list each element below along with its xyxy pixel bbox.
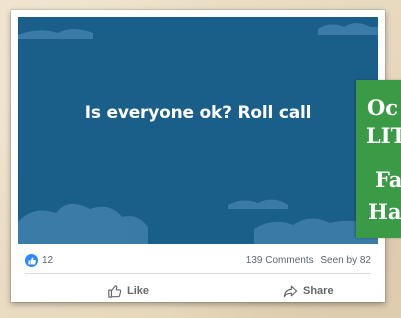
like-button-label: Like [127, 285, 150, 297]
stats-divider [25, 273, 371, 274]
clouds-decoration [18, 23, 378, 244]
post-actions: Like Share [25, 278, 371, 304]
overlay-sign: Oc LIT Fa Ha [356, 80, 401, 238]
like-button[interactable]: Like [107, 278, 149, 304]
overlay-line-2: LIT [366, 123, 401, 148]
thumbs-up-icon [108, 285, 122, 298]
share-icon [283, 285, 298, 298]
post-image[interactable]: Is everyone ok? Roll call [18, 17, 378, 244]
overlay-line-1: Oc [367, 95, 399, 120]
overlay-line-4: Ha [368, 199, 401, 224]
share-button-label: Share [303, 285, 334, 297]
seen-by[interactable]: Seen by 82 [320, 255, 371, 266]
share-button[interactable]: Share [283, 278, 334, 304]
post-stats: 12 139 Comments Seen by 82 [25, 253, 371, 269]
overlay-line-3: Fa [375, 167, 401, 192]
post-card: Is everyone ok? Roll call 12 139 Comment… [11, 10, 385, 302]
comments-count[interactable]: 139 Comments [246, 255, 314, 266]
like-badge-icon [25, 254, 38, 267]
like-count[interactable]: 12 [42, 255, 53, 266]
post-image-text: Is everyone ok? Roll call [84, 103, 312, 123]
